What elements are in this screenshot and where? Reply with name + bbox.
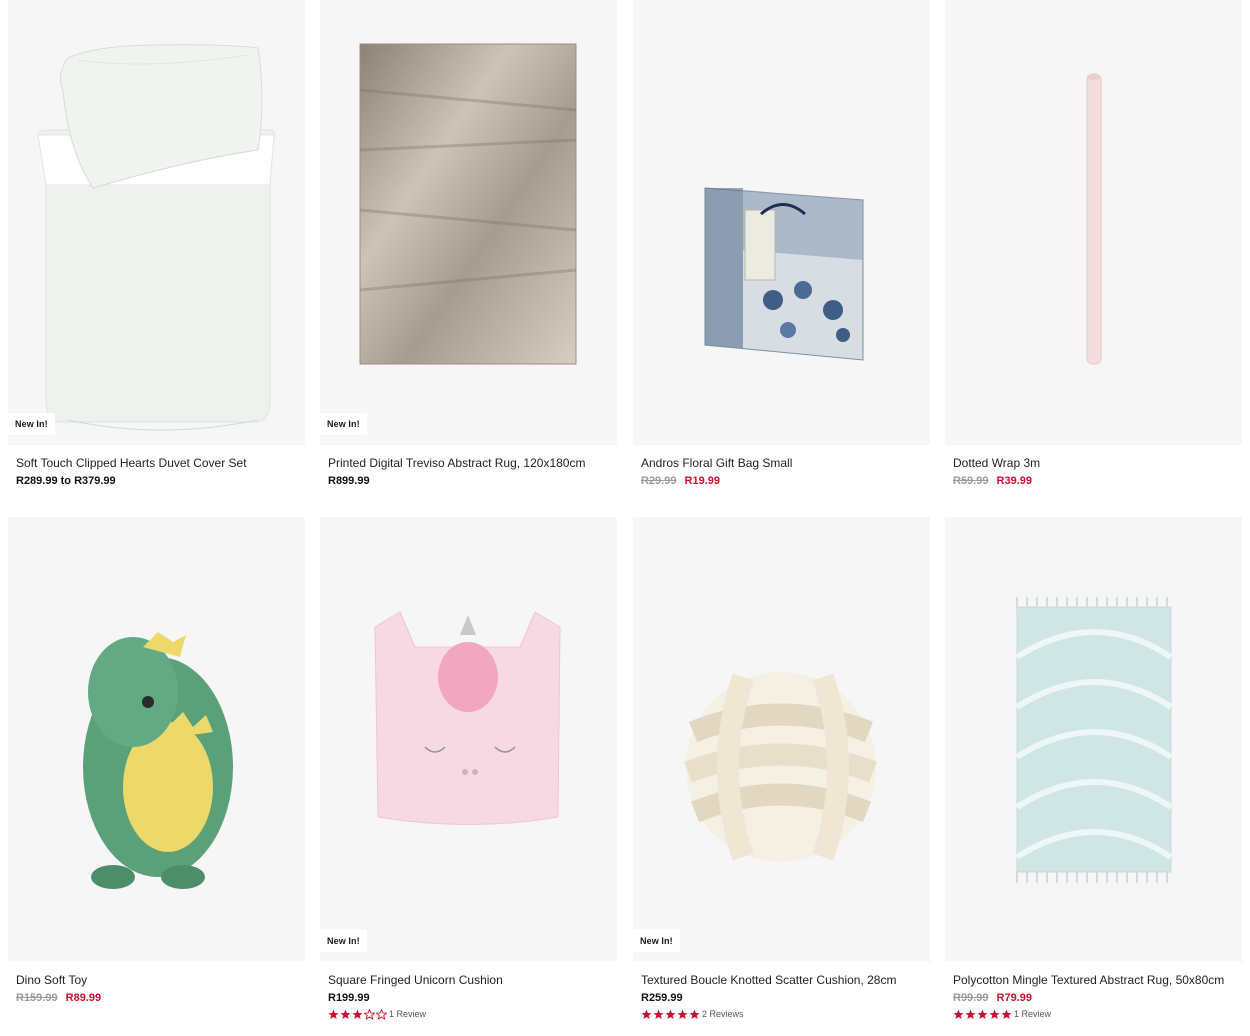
star-filled-icon (641, 1009, 652, 1019)
product-price: R59.99 R39.99 (953, 474, 1234, 488)
was-price: R99.99 (953, 992, 989, 1004)
product-card[interactable]: Polycotton Mingle Textured Abstract Rug,… (945, 517, 1242, 1021)
price: R199.99 (328, 992, 370, 1004)
dino-toy-image (83, 632, 233, 889)
price: R259.99 (641, 992, 683, 1004)
gift-bag-image (704, 187, 864, 361)
product-image[interactable]: New In! (320, 0, 617, 445)
rating-stars (953, 1009, 1013, 1020)
star-empty-icon (376, 1008, 387, 1020)
product-price: R899.99 (328, 474, 609, 488)
sale-price: R39.99 (996, 475, 1033, 487)
product-title[interactable]: Soft Touch Clipped Hearts Duvet Cover Se… (16, 455, 297, 471)
product-title[interactable]: Andros Floral Gift Bag Small (641, 455, 922, 471)
product-rating[interactable]: 2 Reviews (641, 1007, 922, 1021)
star-filled-icon (977, 1009, 988, 1019)
product-grid: New In! Soft Touch Clipped Hearts Duvet … (0, 0, 1250, 1036)
product-card[interactable]: New In! Printed Digital Treviso Abstract… (320, 0, 617, 488)
review-count[interactable]: 2 Reviews (702, 1009, 744, 1019)
product-card[interactable]: New In! Textured Boucle Knotted Scatter … (633, 517, 930, 1021)
star-empty-icon (364, 1008, 375, 1020)
star-filled-icon (340, 1009, 351, 1019)
was-price: R159.99 (16, 992, 58, 1004)
star-filled-icon (1001, 1009, 1012, 1019)
star-filled-icon (953, 1009, 964, 1019)
product-image[interactable] (633, 0, 930, 445)
star-filled-icon (989, 1009, 1000, 1019)
product-image[interactable] (945, 0, 1242, 445)
product-card[interactable]: New In! Soft Touch Clipped Hearts Duvet … (8, 0, 305, 488)
duvet-image (37, 44, 275, 431)
product-title[interactable]: Printed Digital Treviso Abstract Rug, 12… (328, 455, 609, 471)
product-image[interactable] (945, 517, 1242, 962)
new-in-badge: New In! (320, 930, 367, 952)
product-card[interactable]: Dotted Wrap 3m R59.99 R39.99 (945, 0, 1242, 488)
price: R899.99 (328, 475, 370, 487)
product-card[interactable]: Dino Soft Toy R159.99 R89.99 (8, 517, 305, 1005)
price: R289.99 to R379.99 (16, 475, 116, 487)
new-in-badge: New In! (8, 413, 55, 435)
rating-stars (641, 1009, 701, 1020)
review-count[interactable]: 1 Review (389, 1009, 426, 1019)
product-image[interactable]: New In! (320, 517, 617, 962)
star-filled-icon (328, 1009, 339, 1019)
sale-price: R89.99 (65, 992, 102, 1004)
sale-price: R79.99 (996, 992, 1033, 1004)
product-card[interactable]: Andros Floral Gift Bag Small R29.99 R19.… (633, 0, 930, 488)
was-price: R29.99 (641, 475, 677, 487)
star-filled-icon (689, 1009, 700, 1019)
product-rating[interactable]: 1 Review (328, 1007, 609, 1021)
product-card[interactable]: New In! Square Fringed Unicorn Cushion R… (320, 517, 617, 1021)
rating-stars (328, 1008, 388, 1020)
star-filled-icon (653, 1009, 664, 1019)
wrap-roll-image (1086, 73, 1102, 365)
product-image[interactable]: New In! (633, 517, 930, 962)
review-count[interactable]: 1 Review (1014, 1009, 1051, 1019)
product-title[interactable]: Square Fringed Unicorn Cushion (328, 972, 609, 988)
star-filled-icon (677, 1009, 688, 1019)
product-title[interactable]: Dino Soft Toy (16, 972, 297, 988)
product-title[interactable]: Polycotton Mingle Textured Abstract Rug,… (953, 972, 1234, 988)
star-filled-icon (665, 1009, 676, 1019)
rug-image (359, 43, 577, 365)
product-price: R99.99 R79.99 (953, 991, 1234, 1005)
product-title[interactable]: Textured Boucle Knotted Scatter Cushion,… (641, 972, 922, 988)
star-filled-icon (352, 1009, 363, 1019)
product-price: R289.99 to R379.99 (16, 474, 297, 488)
product-rating[interactable]: 1 Review (953, 1007, 1234, 1021)
was-price: R59.99 (953, 475, 989, 487)
sale-price: R19.99 (684, 475, 721, 487)
star-filled-icon (965, 1009, 976, 1019)
product-image[interactable] (8, 517, 305, 962)
small-rug-image (1015, 597, 1173, 883)
knot-cushion-image (684, 672, 877, 862)
product-price: R259.99 (641, 991, 922, 1005)
product-price: R159.99 R89.99 (16, 991, 297, 1005)
new-in-badge: New In! (320, 413, 367, 435)
product-image[interactable]: New In! (8, 0, 305, 445)
product-price: R199.99 (328, 991, 609, 1005)
unicorn-cushion-image (374, 611, 561, 825)
product-price: R29.99 R19.99 (641, 474, 922, 488)
product-title[interactable]: Dotted Wrap 3m (953, 455, 1234, 471)
new-in-badge: New In! (633, 930, 680, 952)
